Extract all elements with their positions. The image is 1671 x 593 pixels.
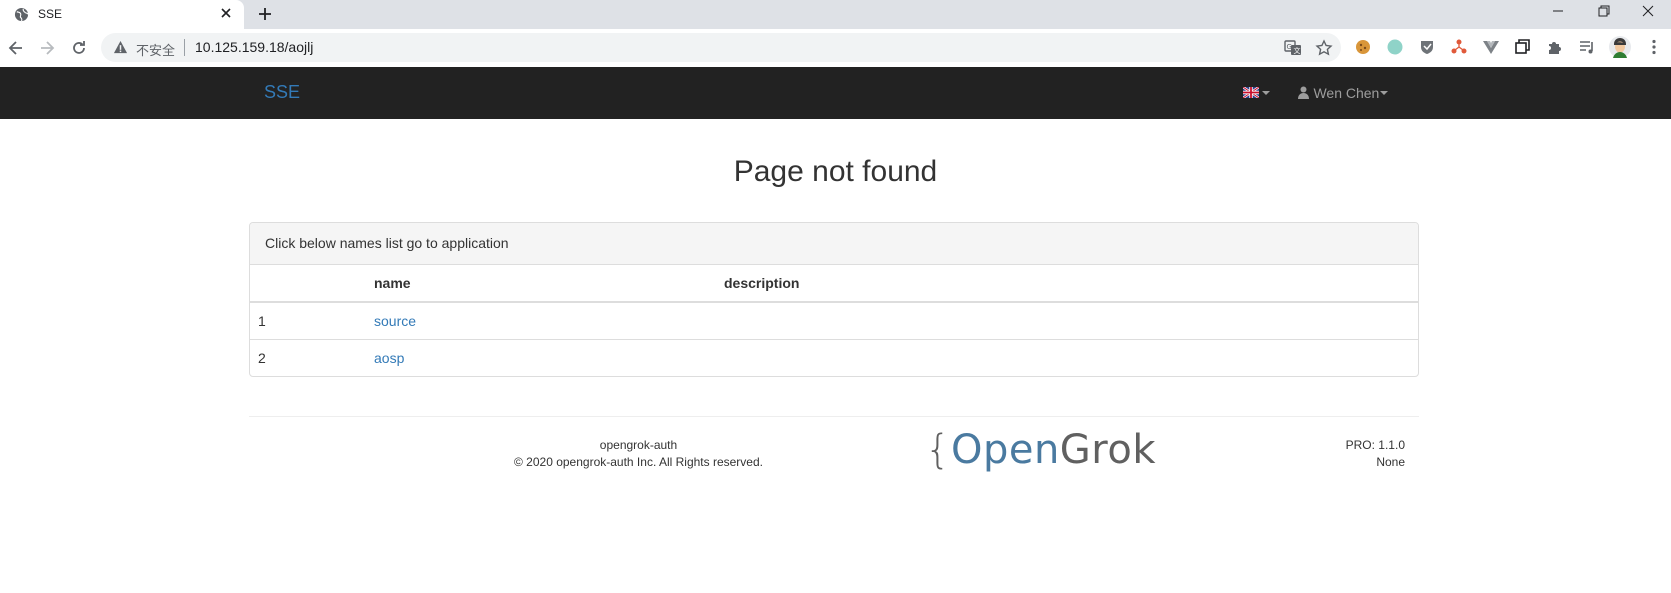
- applications-panel: Click below names list go to application…: [249, 222, 1419, 377]
- user-name: Wen Chen: [1313, 84, 1380, 101]
- brand-link[interactable]: SSE: [264, 82, 300, 103]
- table-row: 1 source: [250, 303, 1418, 340]
- table-header-row: name description: [250, 265, 1418, 303]
- chevron-down-icon: [1262, 91, 1270, 95]
- browser-tab-strip: SSE: [0, 0, 1671, 29]
- logo-grok: Grok: [1059, 427, 1156, 473]
- opengrok-logo: {OpenGrok: [925, 430, 1156, 470]
- uk-flag-icon: [1243, 87, 1259, 98]
- app-link-source[interactable]: source: [374, 313, 416, 329]
- back-arrow-icon[interactable]: [6, 38, 26, 58]
- column-header-description: description: [724, 275, 800, 291]
- language-dropdown[interactable]: [1243, 86, 1271, 100]
- browser-toolbar: 不安全 10.125.159.18/aojlj G 文: [0, 29, 1671, 67]
- insecure-label[interactable]: 不安全: [136, 40, 175, 59]
- extensions-puzzle-icon[interactable]: [1546, 38, 1564, 56]
- globe-icon: [14, 7, 29, 22]
- chevron-down-icon: [1380, 90, 1389, 95]
- footer-copyright: © 2020 opengrok-auth Inc. All Rights res…: [514, 455, 763, 469]
- omnibox-divider: [184, 39, 185, 56]
- minimize-icon[interactable]: [1535, 0, 1581, 24]
- svg-text:文: 文: [1294, 46, 1301, 55]
- footer-copyright-block: opengrok-auth © 2020 opengrok-auth Inc. …: [486, 437, 791, 471]
- user-menu-dropdown[interactable]: Wen Chen: [1298, 84, 1389, 102]
- new-tab-icon[interactable]: [255, 4, 275, 24]
- site-navbar: SSE Wen Chen: [0, 67, 1671, 119]
- row-index: 2: [258, 350, 266, 366]
- app-link-aosp[interactable]: aosp: [374, 350, 404, 366]
- footer-version-block: PRO: 1.1.0 None: [1250, 437, 1405, 471]
- close-window-icon[interactable]: [1625, 0, 1671, 24]
- profile-avatar-icon[interactable]: [1609, 36, 1631, 58]
- cookie-extension-icon[interactable]: [1354, 38, 1372, 56]
- footer-extra: None: [1376, 455, 1405, 469]
- vue-extension-icon[interactable]: [1482, 38, 1500, 56]
- footer-version: PRO: 1.1.0: [1345, 438, 1405, 452]
- forward-arrow-icon[interactable]: [37, 38, 57, 58]
- footer-app-name: opengrok-auth: [599, 438, 678, 452]
- table-row: 2 aosp: [250, 340, 1418, 376]
- reload-icon[interactable]: [69, 38, 89, 58]
- user-icon: [1298, 86, 1309, 100]
- network-extension-icon[interactable]: [1450, 38, 1468, 56]
- window-copy-extension-icon[interactable]: [1514, 38, 1532, 56]
- bookmark-star-icon[interactable]: [1315, 39, 1333, 57]
- tab-title: SSE: [38, 7, 63, 21]
- browser-tab[interactable]: SSE: [0, 0, 244, 29]
- panel-heading: Click below names list go to application: [250, 223, 1418, 265]
- column-header-name: name: [374, 275, 411, 291]
- page-title: Page not found: [733, 155, 938, 188]
- logo-brace: {: [925, 427, 951, 473]
- chrome-menu-icon[interactable]: [1645, 38, 1663, 56]
- url-text[interactable]: 10.125.159.18/aojlj: [195, 39, 313, 55]
- svg-text:G: G: [1287, 43, 1292, 51]
- footer-divider: [249, 416, 1419, 417]
- close-tab-icon[interactable]: [217, 4, 235, 22]
- teal-circle-extension-icon[interactable]: [1386, 38, 1404, 56]
- address-bar[interactable]: 不安全 10.125.159.18/aojlj G 文: [101, 33, 1341, 62]
- logo-open: Open: [950, 427, 1060, 473]
- restore-icon[interactable]: [1581, 0, 1627, 24]
- row-index: 1: [258, 313, 266, 329]
- shield-extension-icon[interactable]: [1418, 38, 1436, 56]
- media-queue-icon[interactable]: [1578, 38, 1596, 56]
- warning-icon[interactable]: [113, 40, 128, 55]
- translate-icon[interactable]: G 文: [1284, 39, 1302, 57]
